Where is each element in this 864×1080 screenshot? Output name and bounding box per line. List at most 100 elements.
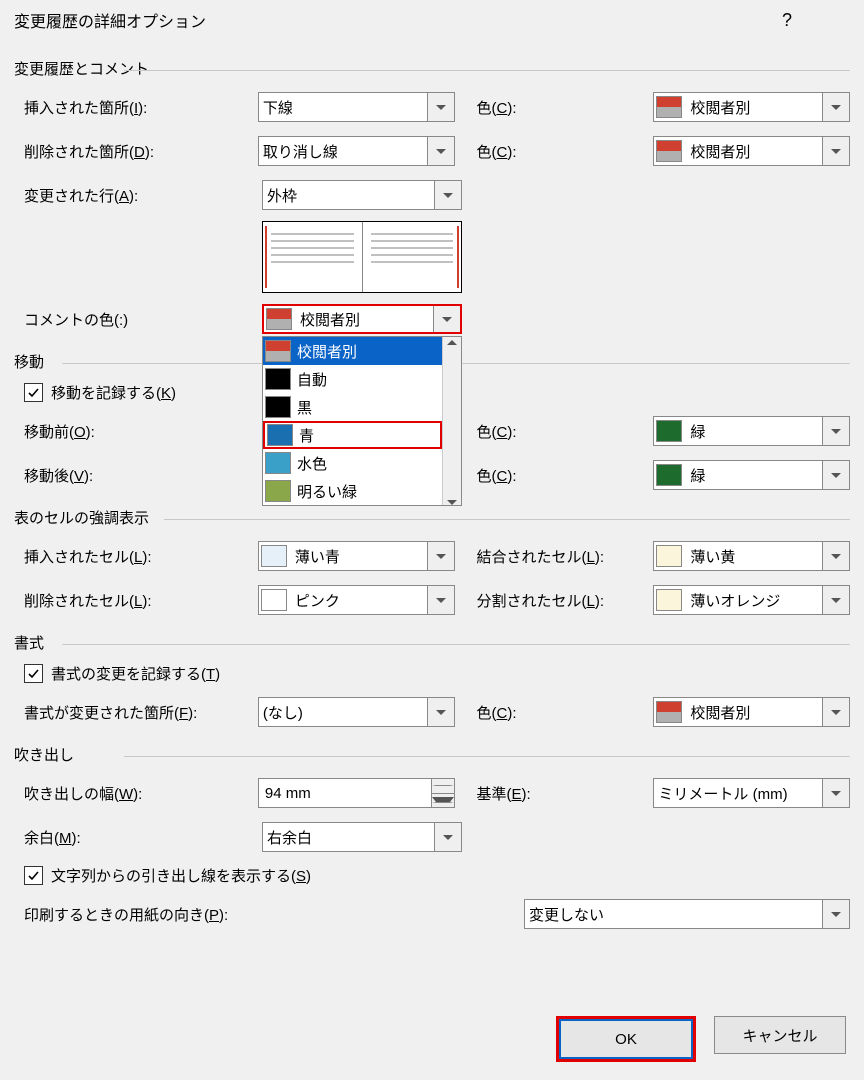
dialog-title: 変更履歴の詳細オプション bbox=[14, 8, 764, 32]
chevron-down-icon bbox=[427, 93, 454, 121]
dropdown-item-cyan[interactable]: 水色 bbox=[263, 449, 442, 477]
section-balloons: 吹き出し bbox=[14, 744, 850, 765]
chevron-down-icon bbox=[822, 698, 849, 726]
changed-lines-label: 変更された行(A): bbox=[24, 185, 262, 206]
color-swatch-icon bbox=[656, 545, 682, 567]
deletions-combo[interactable]: 取り消し線 bbox=[258, 136, 455, 166]
section-formatting: 書式 bbox=[14, 632, 850, 653]
color-swatch-icon bbox=[261, 589, 287, 611]
spin-down-icon[interactable] bbox=[432, 794, 454, 808]
section-markup: 変更履歴とコメント bbox=[14, 58, 850, 79]
color-swatch-icon bbox=[261, 545, 287, 567]
changed-lines-preview bbox=[262, 221, 462, 293]
dropdown-item-lightgreen[interactable]: 明るい緑 bbox=[263, 477, 442, 505]
chevron-down-icon bbox=[822, 542, 849, 570]
show-lines-label: 文字列からの引き出し線を表示する(S) bbox=[51, 865, 311, 886]
titlebar: 変更履歴の詳細オプション ? bbox=[0, 0, 864, 40]
moved-from-color-combo[interactable]: 緑 bbox=[653, 416, 850, 446]
color-swatch-icon bbox=[656, 420, 682, 442]
color-swatch-icon bbox=[656, 464, 682, 486]
inserted-cells-combo[interactable]: 薄い青 bbox=[258, 541, 455, 571]
measure-label: 基準(E): bbox=[477, 783, 654, 804]
dropdown-item-blue[interactable]: 青 bbox=[263, 421, 442, 449]
print-orientation-label: 印刷するときの用紙の向き(P): bbox=[24, 904, 524, 925]
close-button[interactable] bbox=[810, 4, 856, 36]
help-button[interactable]: ? bbox=[764, 4, 810, 36]
print-orientation-combo[interactable]: 変更しない bbox=[524, 899, 850, 929]
deletions-color-label: 色(C): bbox=[477, 141, 654, 162]
chevron-down-icon bbox=[822, 900, 849, 928]
chevron-down-icon bbox=[427, 586, 454, 614]
deletions-label: 削除された箇所(D): bbox=[24, 141, 258, 162]
comment-color-combo[interactable]: 校閲者別 bbox=[262, 304, 462, 334]
insertions-combo[interactable]: 下線 bbox=[258, 92, 455, 122]
chevron-down-icon bbox=[822, 779, 849, 807]
ok-button[interactable]: OK bbox=[559, 1019, 693, 1059]
comment-color-label: コメントの色(:) bbox=[24, 309, 262, 330]
formatting-label: 書式が変更された箇所(F): bbox=[24, 702, 258, 723]
track-moves-label: 移動を記録する(K) bbox=[51, 382, 176, 403]
margin-label: 余白(M): bbox=[24, 827, 262, 848]
insertions-color-combo[interactable]: 校閲者別 bbox=[653, 92, 850, 122]
moved-from-label: 移動前(O): bbox=[24, 421, 258, 442]
chevron-down-icon bbox=[427, 137, 454, 165]
deleted-cells-label: 削除されたセル(L): bbox=[24, 590, 258, 611]
formatting-color-combo[interactable]: 校閲者別 bbox=[653, 697, 850, 727]
chevron-down-icon bbox=[427, 542, 454, 570]
inserted-cells-label: 挿入されたセル(L): bbox=[24, 546, 258, 567]
moved-to-color-combo[interactable]: 緑 bbox=[653, 460, 850, 490]
dropdown-item-auto[interactable]: 自動 bbox=[263, 365, 442, 393]
track-formatting-label: 書式の変更を記録する(T) bbox=[51, 663, 220, 684]
split-cells-label: 分割されたセル(L): bbox=[477, 590, 654, 611]
chevron-down-icon bbox=[822, 461, 849, 489]
track-formatting-checkbox[interactable]: 書式の変更を記録する(T) bbox=[24, 663, 850, 684]
dropdown-item-black[interactable]: 黒 bbox=[263, 393, 442, 421]
chevron-down-icon bbox=[822, 137, 849, 165]
dropdown-item-reviewer[interactable]: 校閲者別 bbox=[263, 337, 442, 365]
chevron-down-icon bbox=[822, 586, 849, 614]
checkbox-icon bbox=[24, 383, 43, 402]
spin-up-icon[interactable] bbox=[432, 779, 454, 794]
changed-lines-combo[interactable]: 外枠 bbox=[262, 180, 462, 210]
show-lines-checkbox[interactable]: 文字列からの引き出し線を表示する(S) bbox=[24, 865, 850, 886]
cancel-button[interactable]: キャンセル bbox=[714, 1016, 846, 1054]
checkbox-icon bbox=[24, 664, 43, 683]
color-swatch-icon bbox=[656, 140, 682, 162]
chevron-down-icon bbox=[434, 823, 461, 851]
scroll-down-icon bbox=[447, 500, 457, 505]
merged-cells-combo[interactable]: 薄い黄 bbox=[653, 541, 850, 571]
color-swatch-icon bbox=[265, 480, 291, 502]
dialog-footer: OK キャンセル bbox=[556, 1016, 846, 1062]
scroll-up-icon bbox=[447, 340, 457, 345]
dropdown-scrollbar[interactable] bbox=[442, 337, 461, 505]
color-swatch-icon bbox=[656, 96, 682, 118]
moved-from-color-label: 色(C): bbox=[477, 421, 654, 442]
deleted-cells-combo[interactable]: ピンク bbox=[258, 585, 455, 615]
color-swatch-icon bbox=[656, 701, 682, 723]
chevron-down-icon bbox=[434, 181, 461, 209]
color-swatch-icon bbox=[265, 368, 291, 390]
formatting-color-label: 色(C): bbox=[477, 702, 654, 723]
split-cells-combo[interactable]: 薄いオレンジ bbox=[653, 585, 850, 615]
chevron-down-icon bbox=[822, 417, 849, 445]
color-swatch-icon bbox=[266, 308, 292, 330]
advanced-track-changes-dialog: 変更履歴の詳細オプション ? 変更履歴とコメント 挿入された箇所(I): 下線 … bbox=[0, 0, 864, 1080]
margin-combo[interactable]: 右余白 bbox=[262, 822, 462, 852]
insertions-label: 挿入された箇所(I): bbox=[24, 97, 258, 118]
section-table-cell: 表のセルの強調表示 bbox=[14, 507, 850, 528]
formatting-combo[interactable]: (なし) bbox=[258, 697, 455, 727]
balloon-width-label: 吹き出しの幅(W): bbox=[24, 783, 258, 804]
color-swatch-icon bbox=[267, 424, 293, 446]
measure-combo[interactable]: ミリメートル (mm) bbox=[653, 778, 850, 808]
comment-color-dropdown[interactable]: 校閲者別 自動 黒 青 水色 明るい緑 bbox=[262, 336, 462, 506]
color-swatch-icon bbox=[265, 340, 291, 362]
checkbox-icon bbox=[24, 866, 43, 885]
chevron-down-icon bbox=[427, 698, 454, 726]
moved-to-label: 移動後(V): bbox=[24, 465, 258, 486]
balloon-width-spinner[interactable]: 94 mm bbox=[258, 778, 455, 808]
chevron-down-icon bbox=[433, 306, 460, 332]
deletions-color-combo[interactable]: 校閲者別 bbox=[653, 136, 850, 166]
moved-to-color-label: 色(C): bbox=[477, 465, 654, 486]
color-swatch-icon bbox=[265, 396, 291, 418]
ok-highlight: OK bbox=[556, 1016, 696, 1062]
